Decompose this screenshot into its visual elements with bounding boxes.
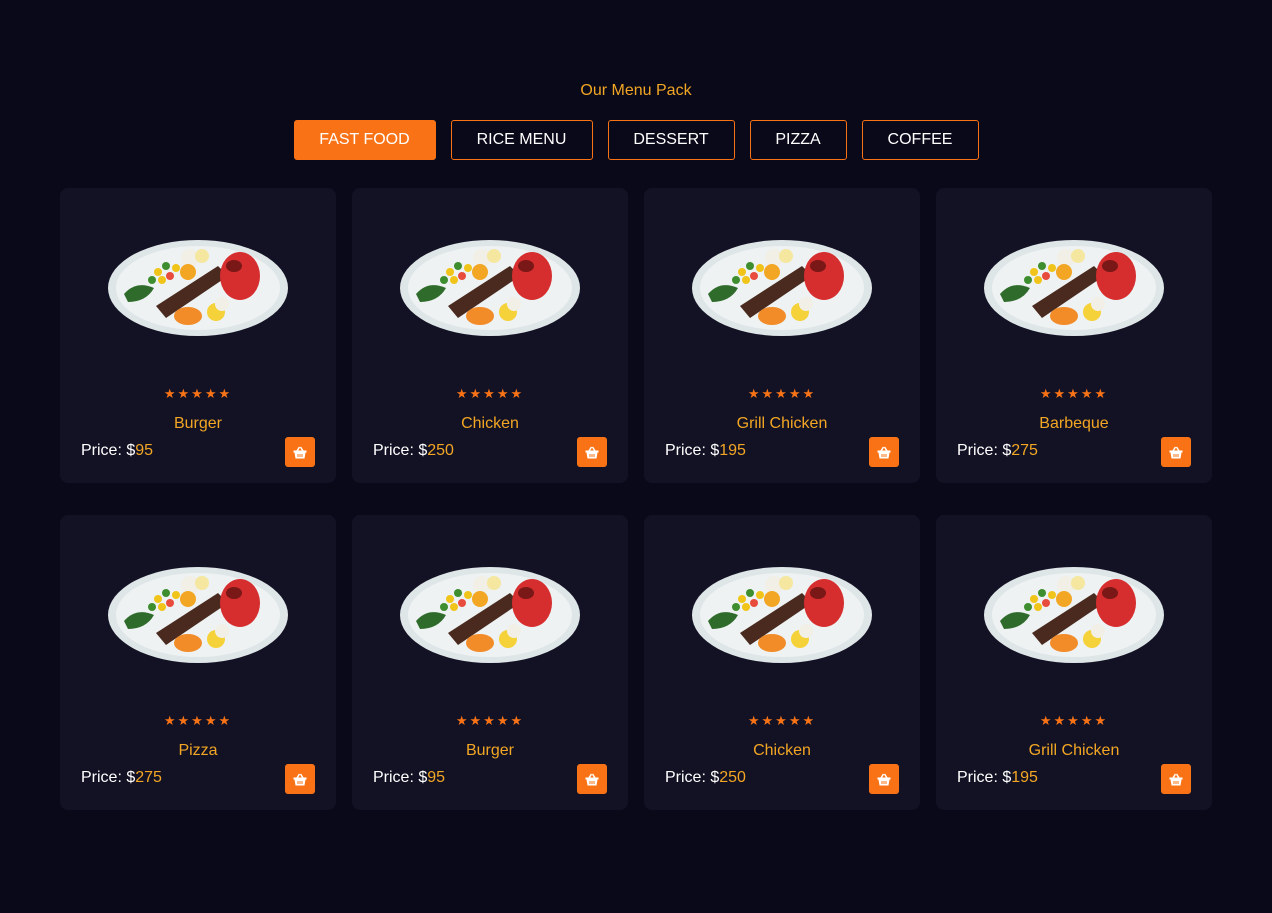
price-value: 275	[135, 769, 162, 786]
food-plate-image	[108, 240, 288, 336]
add-to-cart-button[interactable]	[577, 437, 607, 467]
price: Price: $275	[957, 442, 1038, 460]
food-plate-image	[400, 240, 580, 336]
food-plate-image	[108, 567, 288, 663]
rating-stars: ★★★★★	[163, 713, 233, 728]
tab-rice-menu[interactable]: RICE MENU	[450, 120, 593, 160]
add-to-cart-button[interactable]	[869, 437, 899, 467]
price-value: 275	[1011, 442, 1038, 459]
add-to-cart-button[interactable]	[1161, 437, 1191, 467]
add-to-cart-button[interactable]	[869, 764, 899, 794]
menu-card: ★★★★★ Burger Price: $95	[60, 188, 336, 483]
food-name: Grill Chicken	[736, 415, 828, 432]
food-plate-image	[400, 567, 580, 663]
price-label: Price: $	[373, 769, 428, 786]
price-value: 95	[427, 769, 446, 786]
food-name: Burger	[465, 742, 515, 759]
menu-card: ★★★★★ Pizza Price: $275	[60, 515, 336, 810]
menu-card: ★★★★★ Burger Price: $95	[352, 515, 628, 810]
price: Price: $95	[81, 442, 153, 460]
menu-card: ★★★★★ Grill Chicken Price: $195	[644, 188, 920, 483]
basket-icon	[293, 773, 307, 785]
add-to-cart-button[interactable]	[577, 764, 607, 794]
price-value: 250	[719, 769, 746, 786]
price: Price: $195	[665, 442, 746, 460]
price-label: Price: $	[957, 769, 1012, 786]
basket-icon	[1169, 773, 1183, 785]
menu-card: ★★★★★ Grill Chicken Price: $195	[936, 515, 1212, 810]
tab-pizza[interactable]: PIZZA	[749, 120, 847, 160]
basket-icon	[877, 446, 891, 458]
price-label: Price: $	[81, 442, 136, 459]
rating-stars: ★★★★★	[1039, 386, 1109, 401]
food-plate-image	[984, 240, 1164, 336]
basket-icon	[293, 446, 307, 458]
food-name: Burger	[173, 415, 223, 432]
price: Price: $250	[665, 769, 746, 787]
food-plate-image	[692, 240, 872, 336]
price-value: 195	[1011, 769, 1038, 786]
price-label: Price: $	[81, 769, 136, 786]
add-to-cart-button[interactable]	[285, 764, 315, 794]
add-to-cart-button[interactable]	[1161, 764, 1191, 794]
food-name: Chicken	[753, 742, 811, 759]
tab-fast-food[interactable]: FAST FOOD	[293, 120, 436, 160]
price: Price: $250	[373, 442, 454, 460]
rating-stars: ★★★★★	[1039, 713, 1109, 728]
basket-icon	[585, 446, 599, 458]
rating-stars: ★★★★★	[747, 713, 817, 728]
food-name: Grill Chicken	[1028, 742, 1120, 759]
add-to-cart-button[interactable]	[285, 437, 315, 467]
tab-dessert[interactable]: DESSERT	[607, 120, 735, 160]
rating-stars: ★★★★★	[163, 386, 233, 401]
menu-tabs: FAST FOOD RICE MENU DESSERT PIZZA COFFEE	[0, 120, 1272, 160]
price: Price: $275	[81, 769, 162, 787]
rating-stars: ★★★★★	[747, 386, 817, 401]
price-label: Price: $	[373, 442, 428, 459]
price-label: Price: $	[665, 442, 720, 459]
basket-icon	[877, 773, 891, 785]
rating-stars: ★★★★★	[455, 713, 525, 728]
price-value: 95	[135, 442, 154, 459]
rating-stars: ★★★★★	[455, 386, 525, 401]
food-plate-image	[692, 567, 872, 663]
tab-coffee[interactable]: COFFEE	[861, 120, 979, 160]
food-name: Chicken	[461, 415, 519, 432]
price-value: 250	[427, 442, 454, 459]
food-name: Pizza	[178, 742, 218, 759]
menu-grid: ★★★★★ Burger Price: $95 ★★★★★ Chicken Pr…	[60, 188, 1212, 810]
menu-card: ★★★★★ Barbeque Price: $275	[936, 188, 1212, 483]
price: Price: $95	[373, 769, 445, 787]
price: Price: $195	[957, 769, 1038, 787]
menu-card: ★★★★★ Chicken Price: $250	[644, 515, 920, 810]
section-title: Our Menu Pack	[580, 82, 692, 99]
menu-card: ★★★★★ Chicken Price: $250	[352, 188, 628, 483]
price-label: Price: $	[665, 769, 720, 786]
food-plate-image	[984, 567, 1164, 663]
price-label: Price: $	[957, 442, 1012, 459]
basket-icon	[585, 773, 599, 785]
basket-icon	[1169, 446, 1183, 458]
price-value: 195	[719, 442, 746, 459]
food-name: Barbeque	[1039, 415, 1109, 432]
